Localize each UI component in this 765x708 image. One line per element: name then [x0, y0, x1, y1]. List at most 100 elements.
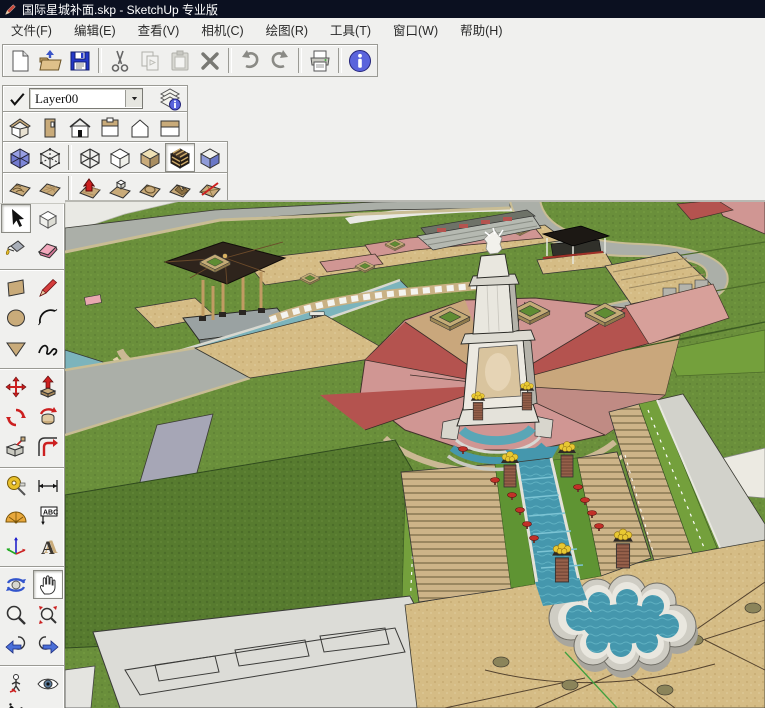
paint-button[interactable] [1, 234, 31, 263]
view-right-button[interactable] [155, 113, 185, 142]
print-button[interactable] [305, 46, 335, 75]
layer-manager-icon [158, 87, 182, 111]
textured-button[interactable] [165, 143, 195, 172]
hiddenline-button[interactable] [105, 143, 135, 172]
wireframe-button[interactable] [75, 143, 105, 172]
freehand-button[interactable] [33, 333, 63, 362]
arc-button[interactable] [33, 303, 63, 332]
zoom-window-button[interactable] [33, 600, 63, 629]
redo-button[interactable] [265, 46, 295, 75]
viewport[interactable] [65, 200, 765, 708]
zoom-previous-button[interactable] [1, 630, 31, 659]
component-button[interactable] [33, 204, 63, 233]
view-top-button[interactable] [95, 113, 125, 142]
layer-visible-button[interactable] [5, 84, 29, 113]
offset-button[interactable] [33, 432, 63, 461]
menu-tools[interactable]: 工具(T) [319, 18, 382, 41]
xray-button[interactable] [5, 143, 35, 172]
palette-divider [0, 265, 64, 270]
cut-button[interactable] [105, 46, 135, 75]
copy-icon [138, 49, 162, 73]
rectangle-button[interactable] [1, 273, 31, 302]
zoom-previous-icon [4, 633, 28, 657]
new-button[interactable] [5, 46, 35, 75]
text3d-button[interactable] [33, 531, 63, 560]
toolbar-separator [298, 48, 302, 73]
from-contours-icon [8, 177, 32, 201]
smoove-button[interactable] [75, 174, 105, 203]
zoom-icon [4, 603, 28, 627]
select-icon [4, 207, 28, 231]
menu-window[interactable]: 窗口(W) [382, 18, 449, 41]
back-edges-button[interactable] [35, 143, 65, 172]
select-button[interactable] [1, 204, 31, 233]
layers-toolbar: Layer00 [2, 85, 188, 112]
shaded-icon [138, 146, 162, 170]
position-camera-button[interactable] [1, 669, 31, 698]
section-button[interactable] [33, 699, 63, 708]
layer-select[interactable]: Layer00 [29, 88, 143, 109]
paste-icon [168, 49, 192, 73]
save-button[interactable] [65, 46, 95, 75]
copy-button[interactable] [135, 46, 165, 75]
wireframe-icon [78, 146, 102, 170]
print-icon [308, 49, 332, 73]
chevron-down-icon [130, 94, 139, 103]
scale-button[interactable] [1, 432, 31, 461]
layer-manager-button[interactable] [155, 84, 185, 113]
view-iso-button[interactable] [5, 113, 35, 142]
shaded-button[interactable] [135, 143, 165, 172]
from-scratch-icon [38, 177, 62, 201]
text-button[interactable] [33, 501, 63, 530]
view-side-button[interactable] [35, 113, 65, 142]
add-detail-button[interactable] [165, 174, 195, 203]
eraser-button[interactable] [33, 234, 63, 263]
monochrome-button[interactable] [195, 143, 225, 172]
view-right-icon [158, 116, 182, 140]
circle-button[interactable] [1, 303, 31, 332]
add-detail-icon [168, 177, 192, 201]
paste-button[interactable] [165, 46, 195, 75]
undo-button[interactable] [235, 46, 265, 75]
menu-camera[interactable]: 相机(C) [190, 18, 254, 41]
toolbar-separator [228, 48, 232, 73]
zoom-next-button[interactable] [33, 630, 63, 659]
line-button[interactable] [33, 273, 63, 302]
erase-button[interactable] [195, 46, 225, 75]
layer-dropdown-button[interactable] [125, 90, 142, 107]
pan-button[interactable] [33, 570, 63, 599]
walk-button[interactable] [1, 699, 31, 708]
palette-divider [0, 364, 64, 369]
stamp-button[interactable] [105, 174, 135, 203]
pushpull-button[interactable] [33, 372, 63, 401]
tape-button[interactable] [1, 471, 31, 500]
protractor-button[interactable] [1, 501, 31, 530]
dimension-button[interactable] [33, 471, 63, 500]
from-scratch-button[interactable] [35, 174, 65, 203]
menu-view[interactable]: 查看(V) [127, 18, 191, 41]
polygon-button[interactable] [1, 333, 31, 362]
flip-edge-icon [198, 177, 222, 201]
view-back-icon [128, 116, 152, 140]
rotate-button[interactable] [1, 402, 31, 431]
model-info-button[interactable] [345, 46, 375, 75]
zoom-button[interactable] [1, 600, 31, 629]
menu-edit[interactable]: 编辑(E) [63, 18, 127, 41]
open-button[interactable] [35, 46, 65, 75]
from-contours-button[interactable] [5, 174, 35, 203]
menu-file[interactable]: 文件(F) [0, 18, 63, 41]
menu-help[interactable]: 帮助(H) [449, 18, 513, 41]
view-front-button[interactable] [65, 113, 95, 142]
flip-edge-button[interactable] [195, 174, 225, 203]
orbit-button[interactable] [1, 570, 31, 599]
section-icon [36, 702, 60, 708]
view-back-button[interactable] [125, 113, 155, 142]
menu-draw[interactable]: 绘图(R) [255, 18, 319, 41]
drape-button[interactable] [135, 174, 165, 203]
axes-button[interactable] [1, 531, 31, 560]
offset-icon [36, 435, 60, 459]
move-button[interactable] [1, 372, 31, 401]
look-around-button[interactable] [33, 669, 63, 698]
followme-button[interactable] [33, 402, 63, 431]
views-toolbar [2, 111, 188, 144]
